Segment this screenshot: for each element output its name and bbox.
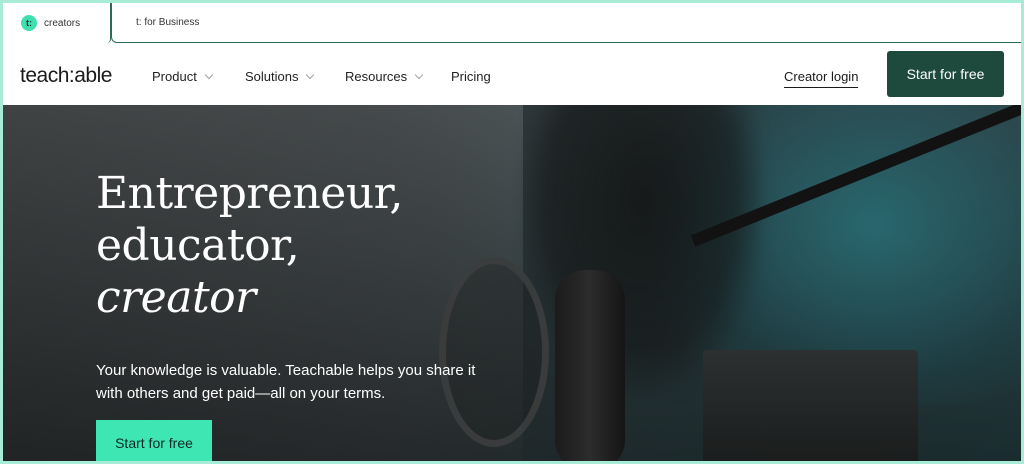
nav-item-resources[interactable]: Resources [345, 69, 424, 84]
nav-item-solutions[interactable]: Solutions [245, 69, 315, 84]
hero-subtitle: Your knowledge is valuable. Teachable he… [96, 362, 476, 402]
headline-line-2: educator, [96, 220, 300, 271]
chevron-down-icon [306, 70, 315, 79]
start-for-free-button[interactable]: Start for free [887, 51, 1004, 97]
tab-business-label: t: for Business [136, 17, 200, 28]
hero-headline: Entrepreneur, educator, creator [96, 168, 403, 324]
tab-creators-label: creators [44, 17, 81, 29]
nav-item-label: Product [152, 69, 197, 84]
teachable-logo-icon: t: [21, 15, 37, 31]
site-switcher: t: creators t: for Business [3, 3, 1021, 43]
microphone-image [555, 270, 625, 461]
tab-creators[interactable]: t: creators [3, 3, 111, 43]
nav-item-label: Solutions [245, 69, 299, 84]
pop-filter-image [439, 257, 549, 447]
tab-business[interactable]: t: for Business [111, 3, 1021, 43]
headline-line-1: Entrepreneur, [96, 168, 403, 219]
hero-start-for-free-button[interactable]: Start for free [96, 420, 212, 461]
headline-line-3: creator [96, 272, 256, 323]
nav-item-pricing[interactable]: Pricing [451, 69, 491, 84]
chevron-down-icon [414, 70, 424, 79]
nav-item-label: Pricing [451, 69, 491, 84]
creator-login-link[interactable]: Creator login [784, 69, 859, 88]
browser-frame: t: creators t: for Business teach:able P… [3, 3, 1021, 461]
brand-logo[interactable]: teach:able [20, 64, 112, 88]
chevron-down-icon [204, 70, 214, 79]
main-nav: teach:able Product Solutions Resources P… [3, 43, 1021, 105]
nav-item-product[interactable]: Product [152, 69, 214, 84]
laptop-image [703, 350, 918, 461]
hero-section: Entrepreneur, educator, creator Your kno… [3, 105, 1021, 461]
nav-item-label: Resources [345, 69, 408, 84]
